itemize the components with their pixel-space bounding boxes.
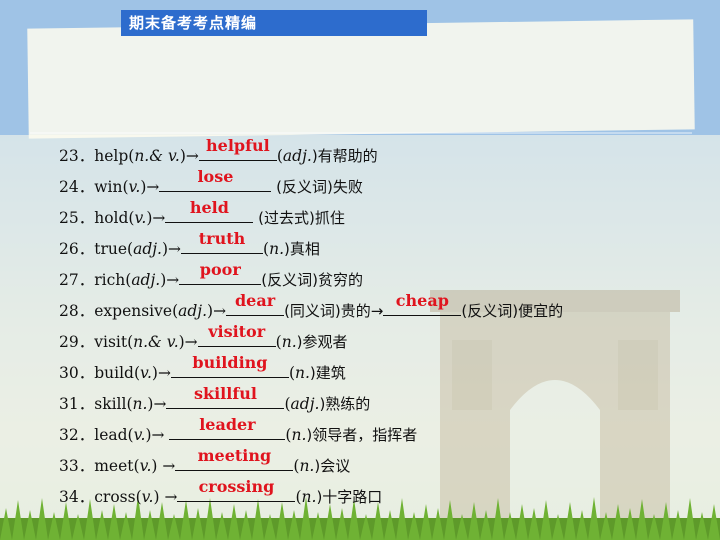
answer-text: skillful — [194, 384, 257, 403]
answer-blank[interactable]: meeting — [175, 446, 294, 471]
item-number: 23． — [59, 147, 95, 165]
exercise-item-30: 30．build(v.)→ building (n.)建筑 — [59, 353, 709, 390]
answer-text: building — [192, 353, 268, 372]
paper-edge — [30, 132, 692, 134]
note-paper — [27, 19, 695, 139]
answer-blank[interactable]: skillful — [166, 384, 285, 409]
item-number: 32． — [59, 426, 95, 444]
item-number: 33． — [59, 457, 95, 475]
exercise-item-23: 23．help(n.& v.)→ helpful (adj.)有帮助的 — [59, 136, 709, 173]
answer-text: truth — [198, 229, 246, 248]
exercise-item-25: 25．hold(v.)→ held (过去式)抓住 — [59, 198, 709, 235]
item-number: 26． — [59, 240, 95, 258]
item-number: 27． — [59, 271, 95, 289]
item-number: 29． — [59, 333, 95, 351]
answer-blank-2[interactable]: cheap — [383, 291, 462, 316]
answer-blank[interactable]: crossing — [177, 477, 296, 502]
answer-text: lose — [197, 167, 234, 186]
exercise-item-26: 26．true(adj.)→ truth (n.)真相 — [59, 229, 709, 266]
section-title: 期末备考考点精编 — [121, 10, 427, 36]
answer-text: helpful — [206, 136, 270, 155]
exercise-item-29: 29．visit(n.& v.)→ visitor (n.)参观者 — [59, 322, 709, 359]
answer-text: poor — [199, 260, 241, 279]
item-number: 28． — [59, 302, 95, 320]
item-number: 24． — [59, 178, 95, 196]
item-number: 25． — [59, 209, 95, 227]
answer-text: leader — [199, 415, 256, 434]
answer-blank[interactable]: visitor — [197, 322, 276, 347]
answer-text: crossing — [198, 477, 275, 496]
answer-blank[interactable]: lose — [159, 167, 272, 192]
item-number: 31． — [59, 395, 95, 413]
answer-text: visitor — [208, 322, 266, 341]
answer-text: dear — [234, 291, 276, 310]
answer-blank[interactable]: held — [165, 198, 254, 223]
exercise-item-28: 28．expensive(adj.)→ dear (同义词)贵的→ cheap (反义词… — [59, 291, 709, 328]
answer-text: meeting — [197, 446, 272, 465]
answer-blank[interactable]: building — [170, 353, 289, 378]
answer-blank[interactable]: truth — [181, 229, 264, 254]
item-number: 30． — [59, 364, 95, 382]
answer-blank[interactable]: helpful — [198, 136, 277, 161]
exercise-item-33: 33．meet(v.) → meeting (n.)会议 — [59, 446, 709, 483]
exercise-list: 23．help(n.& v.)→ helpful (adj.)有帮助的 24．win… — [59, 136, 709, 514]
answer-text: cheap — [395, 291, 449, 310]
exercise-item-34: 34．cross(v.) → crossing (n.)十字路口 — [59, 477, 709, 514]
answer-blank[interactable]: poor — [179, 260, 262, 285]
exercise-item-24: 24．win(v.)→ lose (反义词)失败 — [59, 167, 709, 204]
answer-text: held — [189, 198, 229, 217]
exercise-item-32: 32．lead(v.)→ leader (n.)领导者，指挥者 — [59, 415, 709, 452]
item-number: 34． — [59, 488, 95, 506]
answer-blank[interactable]: leader — [169, 415, 286, 440]
exercise-item-31: 31．skill(n.)→ skillful (adj.)熟练的 — [59, 384, 709, 421]
answer-blank[interactable]: dear — [226, 291, 285, 316]
